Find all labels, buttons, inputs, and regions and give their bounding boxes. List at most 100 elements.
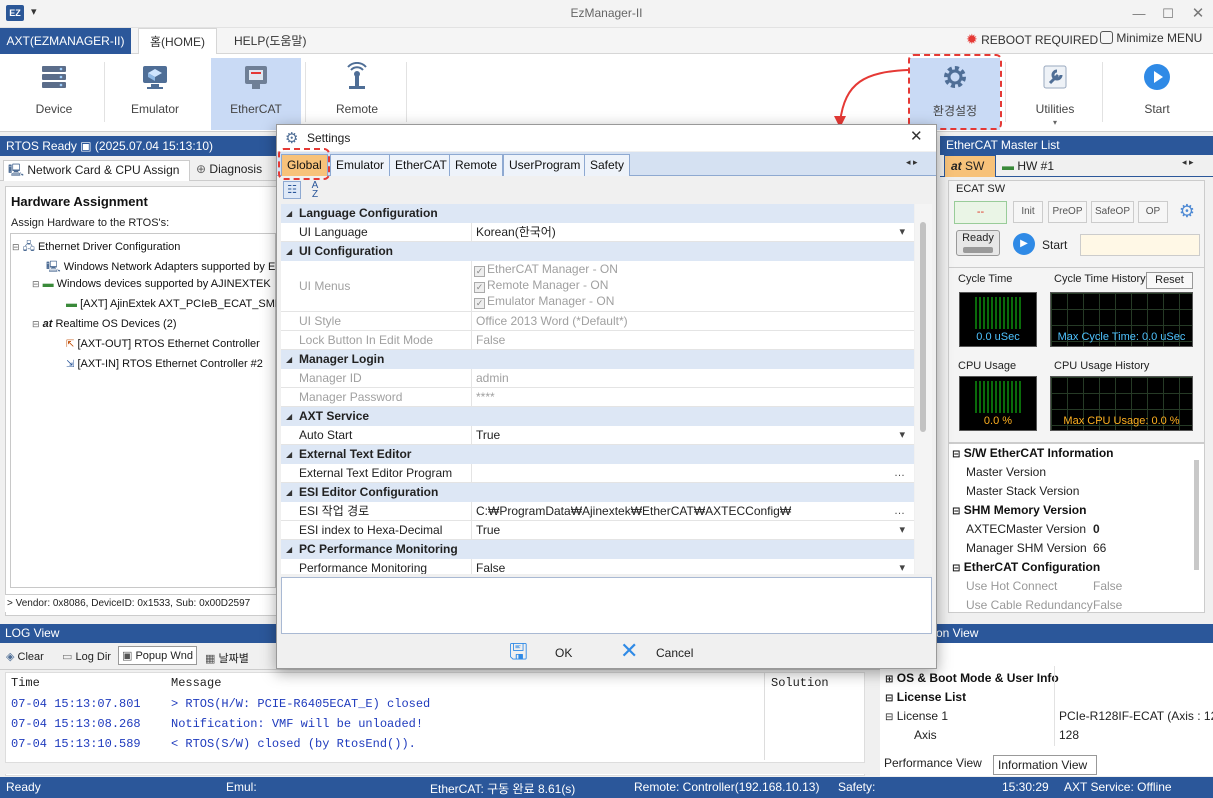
collapse-arrow-icon[interactable]: ◢	[286, 540, 292, 559]
utilities-button[interactable]: Utilities ▾	[1012, 58, 1098, 130]
log-col-message[interactable]: Message	[171, 676, 221, 690]
save-icon[interactable]: 🖫	[509, 641, 528, 663]
tab-home[interactable]: 홈(HOME)	[138, 28, 217, 55]
tab-emulator[interactable]: Emulator	[330, 154, 391, 176]
property-grid-scrollbar[interactable]	[915, 204, 932, 574]
minimize-menu-checkbox[interactable]	[1100, 31, 1113, 44]
info-header[interactable]: ⊟ S/W EtherCAT Information	[952, 446, 1114, 460]
tab-information-view[interactable]: Information View	[993, 755, 1097, 775]
info-header[interactable]: ⊟ SHM Memory Version	[952, 503, 1086, 517]
property-value[interactable]: False	[471, 331, 911, 350]
property-category[interactable]: ◢ PC Performance Monitoring	[281, 540, 914, 559]
ethercat-button[interactable]: EtherCAT	[211, 58, 301, 130]
browse-ellipsis-icon[interactable]: …	[894, 464, 905, 482]
collapse-arrow-icon[interactable]: ◢	[286, 483, 292, 502]
date-filter-button[interactable]: ▦ 날짜별	[205, 650, 249, 666]
checkbox[interactable]: ✓	[474, 298, 485, 309]
property-row[interactable]: ESI index to Hexa-Decimal True ▾	[281, 521, 914, 540]
tree-item-windows-adapters[interactable]: 🖳 Windows Network Adapters supported by …	[46, 258, 276, 277]
dialog-tab-scroll-arrows[interactable]: ◂ ▸	[906, 157, 918, 168]
browse-ellipsis-icon[interactable]: …	[894, 502, 905, 520]
maximize-window-button[interactable]: ☐	[1155, 4, 1181, 24]
settings-close-icon[interactable]: ✕	[910, 127, 923, 145]
property-category[interactable]: ◢ AXT Service	[281, 407, 914, 426]
license-list-header[interactable]: ⊟ License List	[885, 690, 966, 704]
ready-button[interactable]: Ready	[956, 230, 1000, 256]
start-ecat-icon[interactable]: ▶	[1013, 233, 1035, 255]
property-row[interactable]: Auto Start True ▾	[281, 426, 914, 445]
property-value[interactable]: Office 2013 Word (*Default*)	[471, 312, 911, 331]
tab-diagnosis[interactable]: ⊕ Diagnosis	[192, 160, 266, 181]
minimize-window-button[interactable]: —	[1126, 4, 1152, 24]
property-row[interactable]: UI Style Office 2013 Word (*Default*)	[281, 312, 914, 331]
checkbox[interactable]: ✓	[474, 266, 485, 277]
dropdown-arrow-icon[interactable]: ▾	[899, 223, 905, 241]
property-row[interactable]: ESI 작업 경로 C:₩ProgramData₩Ajinextek₩EtherC…	[281, 502, 914, 521]
reset-button[interactable]: Reset	[1146, 272, 1193, 289]
cancel-button[interactable]: Cancel	[656, 646, 693, 660]
device-button[interactable]: Device	[10, 58, 98, 130]
op-button[interactable]: OP	[1138, 201, 1168, 223]
property-category[interactable]: ◢ UI Configuration	[281, 242, 914, 261]
emulator-button[interactable]: Emulator	[110, 58, 200, 130]
categorized-sort-icon[interactable]: ☷	[283, 181, 301, 199]
horizontal-scrollbar[interactable]	[5, 762, 865, 774]
property-row[interactable]: Manager Password ****	[281, 388, 914, 407]
tab-userprogram[interactable]: UserProgram	[503, 154, 587, 176]
tab-master-hw1[interactable]: ▬ HW #1	[1002, 157, 1054, 175]
scrollbar-thumb[interactable]	[920, 222, 926, 432]
property-value[interactable]: True ▾	[471, 521, 911, 540]
alphabetical-sort-icon[interactable]: AZ	[305, 181, 325, 200]
collapse-icon[interactable]: ⊟	[32, 279, 40, 289]
tab-help[interactable]: HELP(도움말)	[226, 28, 314, 54]
tab-remote[interactable]: Remote	[449, 154, 504, 176]
ecat-settings-gear-icon[interactable]: ⚙	[1175, 201, 1199, 223]
log-col-time[interactable]: Time	[11, 676, 40, 690]
tab-scroll-arrows[interactable]: ◂ ▸	[1182, 157, 1194, 168]
safeop-button[interactable]: SafeOP	[1091, 201, 1134, 223]
popup-wnd-button[interactable]: ▣ Popup Wnd	[118, 646, 197, 665]
tab-performance-view[interactable]: Performance View	[884, 756, 982, 770]
property-value[interactable]: Korean(한국어) ▾	[471, 223, 911, 242]
collapse-arrow-icon[interactable]: ◢	[286, 445, 292, 464]
ok-button[interactable]: OK	[555, 646, 572, 660]
init-button[interactable]: Init	[1013, 201, 1043, 223]
tree-item-windows-devices[interactable]: ⊟ ▬ Windows devices supported by AJINEXT…	[32, 278, 276, 290]
collapse-icon[interactable]: ⊟	[32, 319, 40, 329]
property-category[interactable]: ◢ External Text Editor	[281, 445, 914, 464]
close-window-button[interactable]: ✕	[1185, 4, 1211, 24]
property-row[interactable]: External Text Editor Program…	[281, 464, 914, 483]
reboot-required-indicator[interactable]: ✹ REBOOT REQUIRED	[966, 31, 1098, 48]
os-boot-header[interactable]: ⊞ OS & Boot Mode & User Info	[885, 671, 1059, 685]
remote-button[interactable]: Remote	[312, 58, 402, 130]
start-button[interactable]: Start	[1112, 58, 1202, 130]
collapse-arrow-icon[interactable]: ◢	[286, 242, 292, 261]
tree-item-axt-card[interactable]: ▬ [AXT] AjinExtek AXT_PCIeB_ECAT_SMP	[66, 298, 276, 310]
dropdown-arrow-icon[interactable]: ▾	[899, 426, 905, 444]
app-menu-tab[interactable]: AXT(EZMANAGER-II)	[0, 28, 131, 54]
property-row[interactable]: Performance Monitoring False ▾	[281, 559, 914, 574]
tree-item-axt-in[interactable]: ⇲ [AXT-IN] RTOS Ethernet Controller #2	[66, 358, 276, 370]
cancel-icon[interactable]: ✕	[620, 640, 638, 662]
dropdown-arrow-icon[interactable]: ▾	[899, 521, 905, 539]
log-dir-button[interactable]: ▭ Log Dir	[62, 650, 111, 663]
property-value[interactable]: False ▾	[471, 559, 911, 574]
tab-ethercat[interactable]: EtherCAT	[389, 154, 453, 176]
tree-item-ethernet-driver[interactable]: ⊟ 🖧 Ethernet Driver Configuration	[12, 238, 276, 257]
property-value[interactable]: C:₩ProgramData₩Ajinextek₩EtherCAT₩AXTECC…	[471, 502, 911, 521]
dropdown-arrow-icon[interactable]: ▾	[899, 559, 905, 574]
preop-button[interactable]: PreOP	[1048, 201, 1087, 223]
property-value[interactable]: True ▾	[471, 426, 911, 445]
property-value[interactable]: ****	[471, 388, 911, 407]
property-row[interactable]: Manager ID admin	[281, 369, 914, 388]
license-1-key[interactable]: ⊟ License 1	[885, 709, 948, 723]
tree-item-realtime-os[interactable]: ⊟ at Realtime OS Devices (2)	[32, 318, 276, 330]
info-header[interactable]: ⊟ EtherCAT Configuration	[952, 560, 1100, 574]
collapse-arrow-icon[interactable]: ◢	[286, 350, 292, 369]
checkbox[interactable]: ✓	[474, 282, 485, 293]
minimize-menu-toggle[interactable]: Minimize MENU	[1100, 31, 1202, 45]
property-category[interactable]: ◢ ESI Editor Configuration	[281, 483, 914, 502]
tab-safety[interactable]: Safety	[584, 154, 631, 176]
collapse-arrow-icon[interactable]: ◢	[286, 407, 292, 426]
tree-item-axt-out[interactable]: ⇱ [AXT-OUT] RTOS Ethernet Controller	[66, 338, 276, 350]
